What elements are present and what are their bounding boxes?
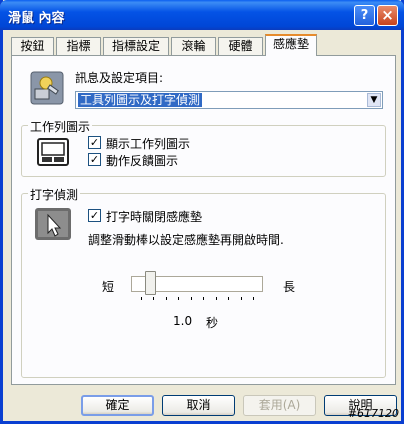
slider-short-label: 短: [102, 280, 115, 294]
slider-tick: [215, 297, 217, 300]
slider-tick: [203, 297, 205, 300]
slider-tick: [165, 297, 167, 300]
action-feedback-checkbox[interactable]: ✓: [88, 153, 101, 166]
taskbar-icon-group-title: 工作列圖示: [28, 118, 93, 135]
slider-tick: [178, 297, 180, 300]
show-taskbar-icon-checkbox[interactable]: ✓: [88, 136, 101, 149]
tab-pointer-options[interactable]: 指標設定: [103, 37, 169, 55]
ok-button[interactable]: 確定: [81, 395, 154, 416]
tab-wheel[interactable]: 滾輪: [171, 37, 216, 55]
show-taskbar-icon-label: 顯示工作列圖示: [106, 137, 191, 151]
slider-tick: [153, 297, 155, 300]
slider-long-label: 長: [283, 280, 296, 294]
disable-while-typing-label: 打字時關閉感應墊: [106, 210, 203, 224]
taskbar-icon-group: 工作列圖示: [21, 118, 386, 177]
settings-item-selected: 工具列圖示及打字偵測: [78, 93, 203, 107]
image-id-label: #617120: [347, 407, 399, 420]
window-title: 滑鼠 內容: [8, 11, 65, 26]
touchpad-cursor-icon: [35, 208, 71, 240]
tab-pointers[interactable]: 指標: [56, 37, 101, 55]
tab-touchpad[interactable]: 感應墊: [265, 34, 317, 56]
chevron-down-icon[interactable]: ▼: [367, 93, 381, 107]
slider-tick: [190, 297, 192, 300]
action-feedback-label: 動作反饋圖示: [106, 154, 179, 168]
slider-tick: [240, 297, 242, 300]
mouse-properties-window: 滑鼠 內容 ? × 按鈕 指標 指標設定 滾輪 硬體 感應墊 訊息及設定項目: …: [0, 0, 404, 424]
slider-hint-text: 調整滑動棒以設定感應墊再開啟時間.: [88, 233, 284, 247]
settings-wrench-icon: [30, 71, 64, 105]
slider-unit: 秒: [206, 316, 219, 330]
cancel-button[interactable]: 取消: [162, 395, 235, 416]
close-button[interactable]: ×: [377, 5, 398, 26]
title-bar[interactable]: 滑鼠 內容 ? ×: [0, 0, 404, 30]
slider-tick: [141, 297, 142, 300]
tab-hardware[interactable]: 硬體: [218, 37, 263, 55]
slider-tick: [253, 297, 254, 300]
settings-item-select[interactable]: 工具列圖示及打字偵測 ▼: [75, 91, 383, 109]
reenable-time-slider-thumb[interactable]: [144, 271, 156, 295]
disable-while-typing-checkbox[interactable]: ✓: [88, 209, 101, 222]
apply-button[interactable]: 套用(A): [243, 395, 316, 416]
help-title-button[interactable]: ?: [354, 5, 375, 26]
slider-value: 1.0: [173, 314, 193, 328]
typing-detection-group-title: 打字偵測: [28, 186, 81, 203]
settings-item-label: 訊息及設定項目:: [75, 71, 164, 85]
touchpad-icon: [37, 138, 69, 166]
tab-buttons[interactable]: 按鈕: [11, 37, 54, 55]
tab-panel: 訊息及設定項目: 工具列圖示及打字偵測 ▼ 工作列圖示 ✓ 顯示工作列圖示 ✓ …: [11, 55, 396, 385]
slider-tick: [228, 297, 230, 300]
